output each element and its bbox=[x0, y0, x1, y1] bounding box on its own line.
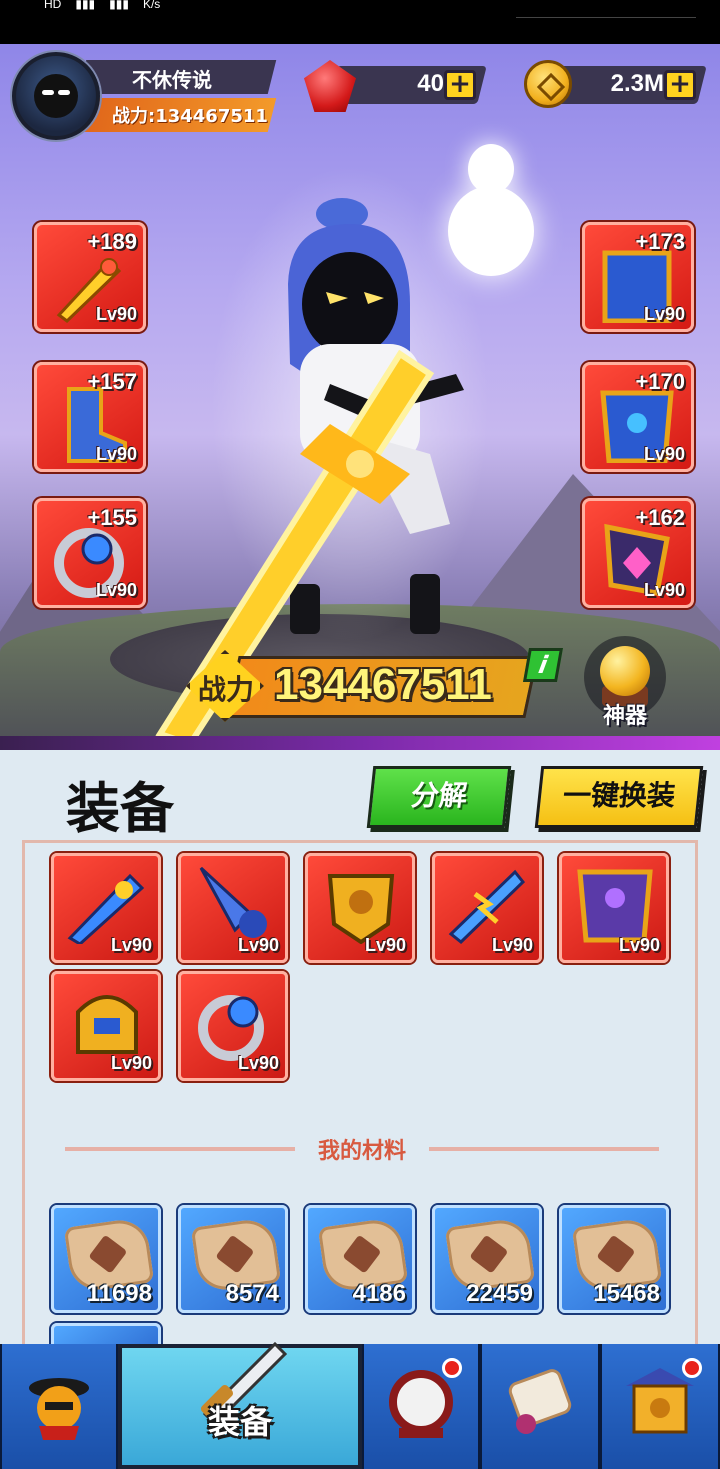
decompose-button[interactable]: 分解 bbox=[366, 766, 512, 828]
hero-icon bbox=[29, 1378, 89, 1440]
blue-sword-icon bbox=[67, 873, 145, 944]
material-count: 15468 bbox=[593, 1280, 660, 1307]
item-level: Lv90 bbox=[237, 1053, 279, 1073]
bottom-nav: 装备 bbox=[0, 1341, 720, 1469]
materials-title: 我的材料 bbox=[317, 1139, 406, 1164]
scroll-icon bbox=[508, 1369, 572, 1434]
panel-title: 装备 bbox=[66, 776, 174, 840]
equipped-slot-helmet[interactable]: +173 Lv90 bbox=[582, 222, 694, 332]
inventory-item[interactable]: Lv90 bbox=[178, 971, 288, 1081]
enhance-level: +157 bbox=[87, 369, 137, 394]
info-button[interactable]: i bbox=[523, 648, 563, 682]
notification-badge bbox=[442, 1358, 462, 1378]
enhance-level: +170 bbox=[635, 369, 685, 394]
artifact-orb-icon bbox=[600, 646, 650, 696]
inventory-item[interactable]: Lv90 bbox=[51, 971, 161, 1081]
item-level: Lv90 bbox=[643, 580, 685, 600]
combat-power-label: 战力 bbox=[198, 673, 255, 706]
panel-divider bbox=[0, 736, 720, 750]
inventory-frame: Lv90 Lv90 Lv90 Lv90 Lv90 Lv90 Lv90 我的材料 … bbox=[22, 840, 698, 1353]
lightning-sword-icon bbox=[448, 869, 526, 944]
material-count: 11698 bbox=[86, 1280, 152, 1307]
item-level: Lv90 bbox=[110, 1053, 152, 1073]
item-level: Lv90 bbox=[237, 935, 279, 955]
avatar-face-icon bbox=[34, 74, 78, 118]
item-level: Lv90 bbox=[95, 444, 137, 464]
item-level: Lv90 bbox=[95, 304, 137, 324]
materials-header: 我的材料 bbox=[65, 1133, 659, 1164]
enhance-level: +155 bbox=[87, 505, 137, 530]
item-level: Lv90 bbox=[618, 935, 660, 955]
equipped-slot-amulet[interactable]: +162 Lv90 bbox=[582, 498, 694, 608]
nav-label-equipment: 装备 bbox=[207, 1403, 272, 1441]
material-item[interactable]: 15468 bbox=[559, 1205, 669, 1313]
enhance-level: +189 bbox=[87, 229, 137, 254]
status-bar: HD ▮▮▮ ▮▮▮ K/s bbox=[0, 0, 720, 44]
signal-icon-2: ▮▮▮ bbox=[109, 0, 129, 11]
nav-tab-gate[interactable] bbox=[600, 1344, 720, 1469]
notification-badge bbox=[682, 1358, 702, 1378]
material-item[interactable]: 22459 bbox=[432, 1205, 542, 1313]
equipped-slot-ring[interactable]: +155 Lv90 bbox=[34, 498, 146, 608]
material-count: 22459 bbox=[466, 1280, 533, 1307]
add-gems-button[interactable]: + bbox=[444, 70, 476, 100]
material-item[interactable]: 11698 bbox=[51, 1205, 161, 1313]
inventory-item[interactable]: Lv90 bbox=[305, 853, 415, 963]
purple-armor-icon bbox=[577, 869, 653, 943]
drill-icon bbox=[199, 866, 267, 938]
lion-shield-icon bbox=[327, 874, 395, 944]
gem-value: 40 bbox=[417, 70, 444, 97]
hd-indicator: HD bbox=[44, 0, 62, 11]
blue-ring-icon bbox=[198, 995, 264, 1061]
equipped-slot-armor[interactable]: +170 Lv90 bbox=[582, 362, 694, 472]
nav-tab-equipment[interactable]: 装备 bbox=[118, 1341, 362, 1469]
combat-power-value: 134467511 bbox=[274, 660, 492, 709]
equipped-slot-boots[interactable]: +157 Lv90 bbox=[34, 362, 146, 472]
nav-tab-hero[interactable] bbox=[0, 1344, 118, 1469]
item-level: Lv90 bbox=[364, 935, 406, 955]
material-count: 8574 bbox=[225, 1280, 279, 1307]
artifact-button[interactable]: 神器 bbox=[584, 636, 666, 736]
avatar[interactable] bbox=[12, 52, 100, 140]
item-level: Lv90 bbox=[95, 580, 137, 600]
material-count: 4186 bbox=[352, 1280, 406, 1307]
item-level: Lv90 bbox=[643, 304, 685, 324]
gold-helmet-icon bbox=[76, 995, 138, 1054]
combat-power-bar: 战力 134467511 i bbox=[186, 648, 563, 724]
status-right bbox=[516, 0, 696, 18]
player-power: 战力:134467511 bbox=[112, 106, 268, 127]
inventory-item[interactable]: Lv90 bbox=[559, 853, 669, 963]
inventory-item[interactable]: Lv90 bbox=[51, 853, 161, 963]
item-level: Lv90 bbox=[643, 444, 685, 464]
inventory-item[interactable]: Lv90 bbox=[432, 853, 542, 963]
add-gold-button[interactable]: + bbox=[664, 70, 696, 100]
player-card[interactable]: 不休传说 战力:134467511 bbox=[12, 52, 277, 140]
auto-equip-button[interactable]: 一键换装 bbox=[534, 766, 704, 828]
material-item[interactable]: 4186 bbox=[305, 1205, 415, 1313]
artifact-label: 神器 bbox=[602, 704, 647, 729]
enhance-level: +173 bbox=[635, 229, 685, 254]
equipped-slot-weapon[interactable]: +189 Lv90 bbox=[34, 222, 146, 332]
nav-tab-scroll[interactable] bbox=[480, 1344, 600, 1469]
enhance-level: +162 bbox=[635, 505, 685, 530]
network-speed: K/s bbox=[142, 0, 161, 11]
inventory-item[interactable]: Lv90 bbox=[178, 853, 288, 963]
equipment-panel: 装备 分解 一键换装 Lv90 Lv90 Lv90 Lv90 Lv90 Lv90 bbox=[0, 736, 720, 1353]
signal-icon: ▮▮▮ bbox=[75, 0, 96, 11]
gold-value: 2.3M bbox=[610, 70, 664, 97]
material-item[interactable]: 8574 bbox=[178, 1205, 288, 1313]
item-level: Lv90 bbox=[491, 935, 533, 955]
player-name: 不休传说 bbox=[132, 68, 212, 92]
nav-tab-drum[interactable] bbox=[362, 1344, 480, 1469]
item-level: Lv90 bbox=[110, 935, 152, 955]
hero-scene: 不休传说 战力:134467511 40 + 2.3M + +189 Lv90 … bbox=[0, 44, 720, 754]
